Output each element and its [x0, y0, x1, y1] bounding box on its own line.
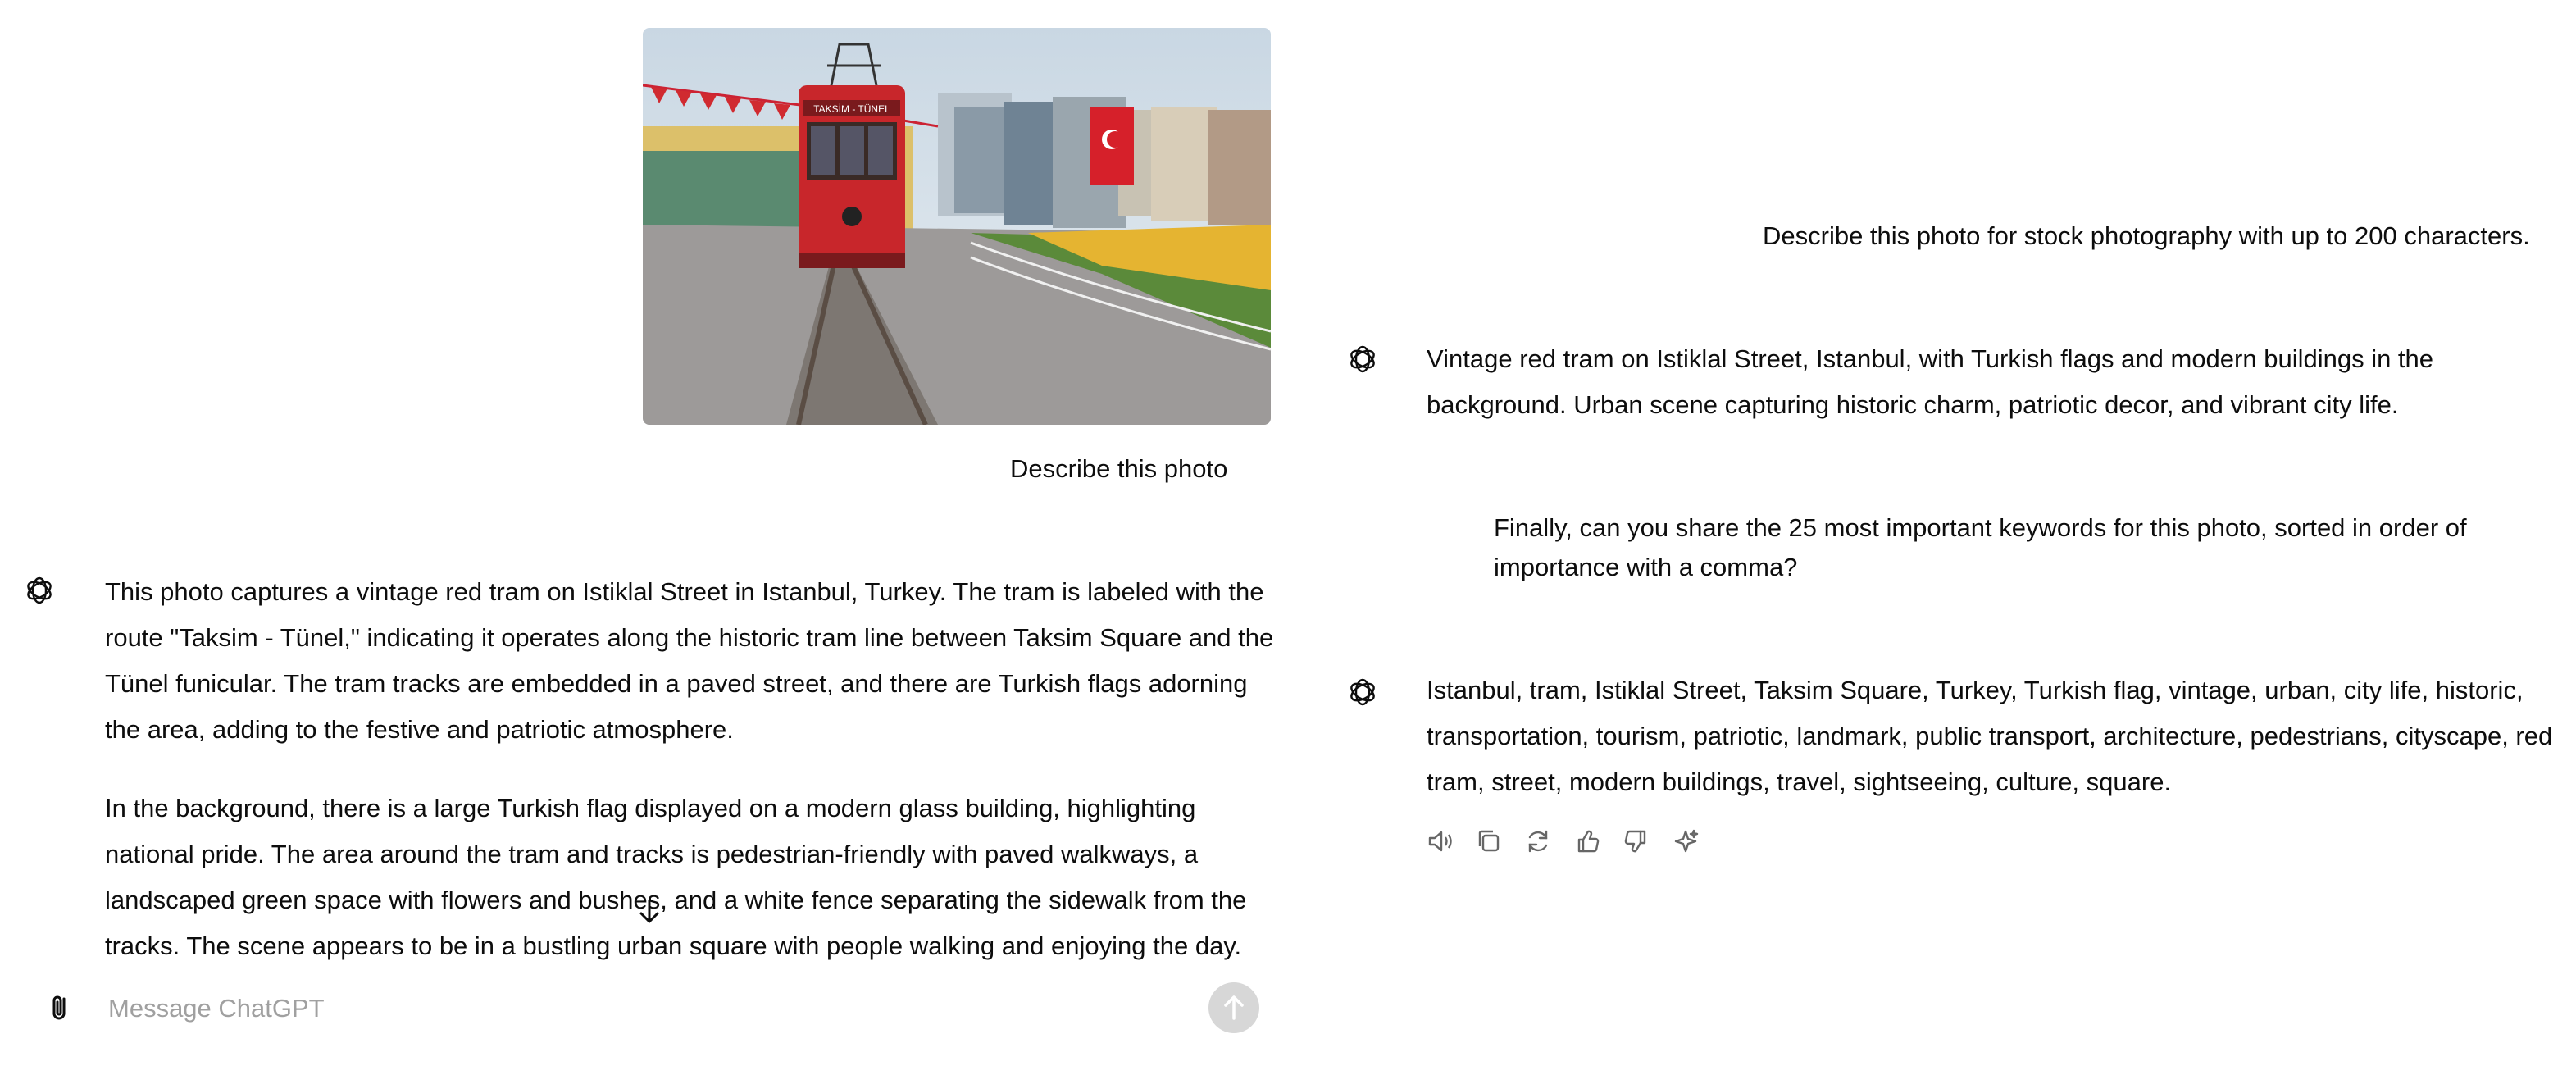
regenerate-icon[interactable] — [1522, 825, 1554, 858]
speaker-icon[interactable] — [1423, 825, 1456, 858]
copy-icon[interactable] — [1472, 825, 1505, 858]
arrow-up-icon — [1224, 995, 1244, 1020]
tram-route-sign: TAKSİM - TÜNEL — [813, 103, 890, 115]
thumbs-down-icon[interactable] — [1620, 825, 1653, 858]
chatgpt-logo-icon — [1346, 343, 1379, 376]
message-actions — [1423, 825, 1702, 858]
send-button[interactable] — [1208, 982, 1259, 1033]
scroll-down-arrow-icon[interactable] — [631, 894, 667, 930]
sparkle-icon[interactable] — [1669, 825, 1702, 858]
chatgpt-logo-icon — [1346, 676, 1379, 708]
tram-photo-illustration: TAKSİM - TÜNEL — [643, 28, 1271, 425]
user-message-stock-description: Describe this photo for stock photograph… — [1763, 221, 2530, 250]
assistant-paragraph: This photo captures a vintage red tram o… — [105, 577, 1274, 744]
thumbs-up-icon[interactable] — [1571, 825, 1604, 858]
assistant-paragraph: In the background, there is a large Turk… — [105, 794, 1247, 960]
assistant-message-stock-description: Vintage red tram on Istiklal Street, Ist… — [1427, 344, 2434, 419]
message-input[interactable] — [108, 989, 1174, 1028]
assistant-message-description: This photo captures a vintage red tram o… — [105, 569, 1286, 1002]
user-message-describe-photo: Describe this photo — [1010, 454, 1228, 483]
paperclip-icon[interactable] — [43, 989, 79, 1025]
chatgpt-logo-icon — [23, 574, 56, 607]
user-message-keywords: Finally, can you share the 25 most impor… — [1494, 513, 2467, 581]
assistant-message-keywords: Istanbul, tram, Istiklal Street, Taksim … — [1427, 676, 2553, 796]
uploaded-photo[interactable]: TAKSİM - TÜNEL — [643, 28, 1271, 425]
